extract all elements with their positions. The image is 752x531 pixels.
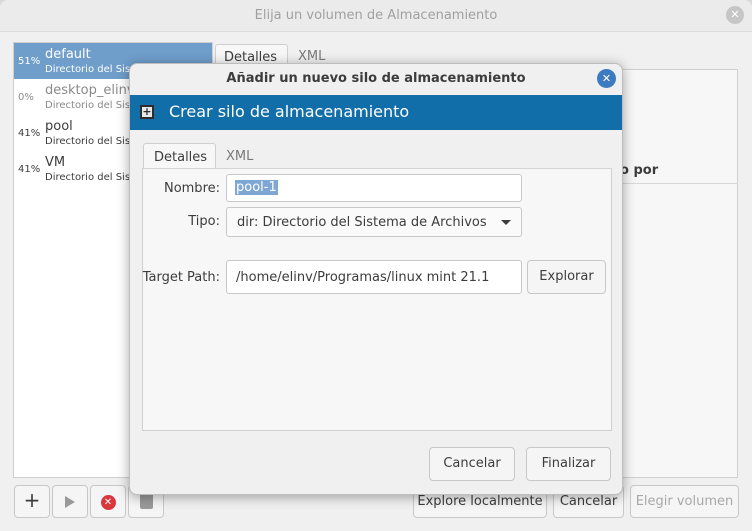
pool-name: VM: [45, 155, 66, 170]
dialog-close-icon[interactable]: ✕: [597, 69, 616, 88]
finish-button[interactable]: Finalizar: [526, 447, 611, 481]
window-close-icon[interactable]: ✕: [726, 6, 744, 24]
trash-icon: [137, 491, 155, 509]
pool-usage: 51%: [18, 56, 41, 67]
add-icon: +: [23, 488, 41, 512]
dialog-tab-xml[interactable]: XML: [216, 143, 263, 170]
dialog-banner: + Crear silo de almacenamiento: [130, 95, 622, 130]
window-title: Elija un volumen de Almacenamiento: [254, 8, 498, 23]
volume-column-header[interactable]: o por: [620, 163, 658, 178]
pool-usage: 41%: [18, 164, 41, 175]
choose-volume-button[interactable]: Elegir volumen: [630, 485, 739, 518]
target-path-input[interactable]: /home/elinv/Programas/linux mint 21.1: [226, 260, 522, 294]
add-pool-button[interactable]: +: [14, 485, 50, 518]
pool-type: Directorio del Sis: [45, 172, 131, 183]
play-icon: [65, 496, 75, 508]
storage-pool-icon: +: [140, 105, 154, 119]
pool-usage: 0%: [18, 92, 34, 103]
target-path-label: Target Path:: [142, 270, 220, 285]
add-storage-pool-dialog: Añadir un nuevo silo de almacenamiento ✕…: [129, 63, 623, 495]
pool-type: Directorio del Sis: [45, 64, 131, 75]
chevron-down-icon: [501, 220, 511, 225]
banner-title: Crear silo de almacenamiento: [169, 102, 410, 121]
window-titlebar: Elija un volumen de Almacenamiento ✕: [0, 0, 752, 32]
name-label: Nombre:: [163, 181, 220, 196]
stop-pool-button[interactable]: ✕: [90, 485, 126, 518]
target-path-value: /home/elinv/Programas/linux mint 21.1: [236, 270, 490, 285]
name-input[interactable]: pool-1: [226, 174, 522, 202]
dialog-cancel-button[interactable]: Cancelar: [429, 447, 515, 481]
browse-button[interactable]: Explorar: [527, 260, 606, 294]
pool-name: desktop_elinv: [45, 83, 135, 98]
type-dropdown-value: dir: Directorio del Sistema de Archivos: [237, 215, 487, 230]
stop-icon: ✕: [100, 495, 116, 510]
pool-type: Directorio del Sis: [45, 136, 131, 147]
start-pool-button[interactable]: [52, 485, 88, 518]
dialog-tab-details[interactable]: Detalles: [143, 143, 216, 170]
name-input-value: pool-1: [235, 180, 278, 195]
column-header-divider: [620, 183, 738, 184]
pool-name: pool: [45, 119, 73, 134]
pool-usage: 41%: [18, 128, 41, 139]
dialog-title: Añadir un nuevo silo de almacenamiento: [226, 71, 526, 86]
type-dropdown[interactable]: dir: Directorio del Sistema de Archivos: [226, 207, 522, 237]
type-label: Tipo:: [188, 214, 220, 229]
pool-type: Directorio del Sis: [45, 100, 131, 111]
pool-name: default: [45, 47, 91, 62]
